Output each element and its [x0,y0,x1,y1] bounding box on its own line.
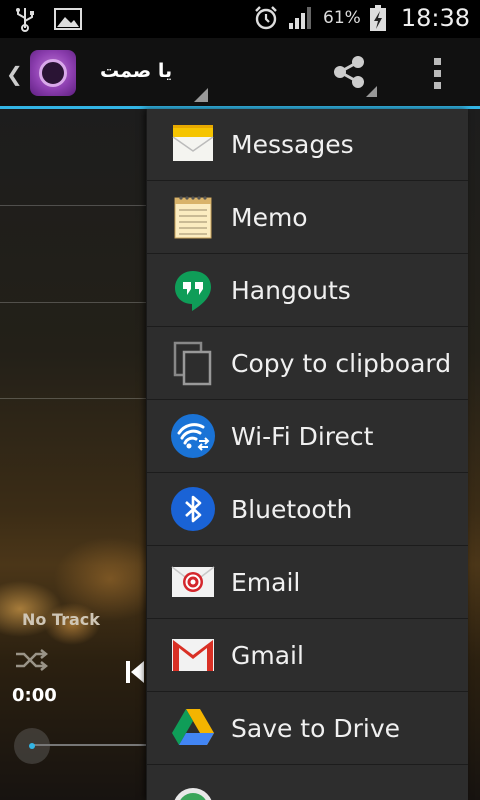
share-item-gmail[interactable]: Gmail [147,620,468,692]
seek-thumb[interactable] [14,728,50,764]
overflow-menu-icon [434,58,441,65]
share-menu: Messages Memo Hangouts Copy to clipboard [146,109,468,800]
share-item-label: Hangouts [231,276,351,305]
previous-icon[interactable] [124,658,146,686]
share-item-label: Bluetooth [231,495,353,524]
app-title[interactable]: يا صمت [100,60,172,82]
partial-app-icon [174,788,212,800]
copy-icon [173,341,212,386]
action-bar: ❮ يا صمت [0,38,480,106]
overflow-menu-button[interactable] [420,52,454,92]
share-item-memo[interactable]: Memo [147,182,468,254]
bluetooth-icon [171,487,215,531]
battery-percent: 61% [323,8,361,28]
image-notification-icon [54,8,82,30]
share-item-label: Copy to clipboard [231,349,452,378]
title-dropdown-indicator [194,88,208,102]
share-item-messages[interactable]: Messages [147,109,468,181]
hangouts-icon [175,271,211,311]
battery-charging-icon [369,5,386,31]
share-item-bluetooth[interactable]: Bluetooth [147,474,468,546]
usb-icon [16,8,34,32]
share-item-save-to-drive[interactable]: Save to Drive [147,693,468,765]
share-item-copy-to-clipboard[interactable]: Copy to clipboard [147,328,468,400]
share-item-label: Wi-Fi Direct [231,422,374,451]
divider [0,398,150,399]
share-item-label: Email [231,568,301,597]
app-icon[interactable] [30,50,76,96]
share-item-label: Save to Drive [231,714,401,743]
share-item-partial[interactable] [147,766,468,800]
status-bar: 61% 18:38 [0,0,480,38]
wifi-direct-icon [171,414,215,458]
divider [0,302,150,303]
drive-icon [172,709,214,745]
alarm-icon [255,6,277,30]
share-item-wifi-direct[interactable]: Wi-Fi Direct [147,401,468,473]
share-item-label: Gmail [231,641,304,670]
elapsed-time: 0:00 [12,685,57,706]
gmail-icon [172,639,214,671]
share-icon [334,56,364,88]
email-icon [171,566,215,597]
messages-icon [172,125,214,161]
share-item-label: Memo [231,203,308,232]
share-item-hangouts[interactable]: Hangouts [147,255,468,327]
share-dropdown-indicator [366,86,377,97]
track-label: No Track [22,610,100,629]
back-chevron-icon[interactable]: ❮ [6,64,23,84]
signal-icon [289,7,312,29]
divider [0,205,150,206]
share-item-label: Messages [231,130,354,159]
memo-icon [174,196,212,239]
clock: 18:38 [400,4,470,32]
shuffle-icon[interactable] [14,648,48,672]
share-item-email[interactable]: Email [147,547,468,619]
